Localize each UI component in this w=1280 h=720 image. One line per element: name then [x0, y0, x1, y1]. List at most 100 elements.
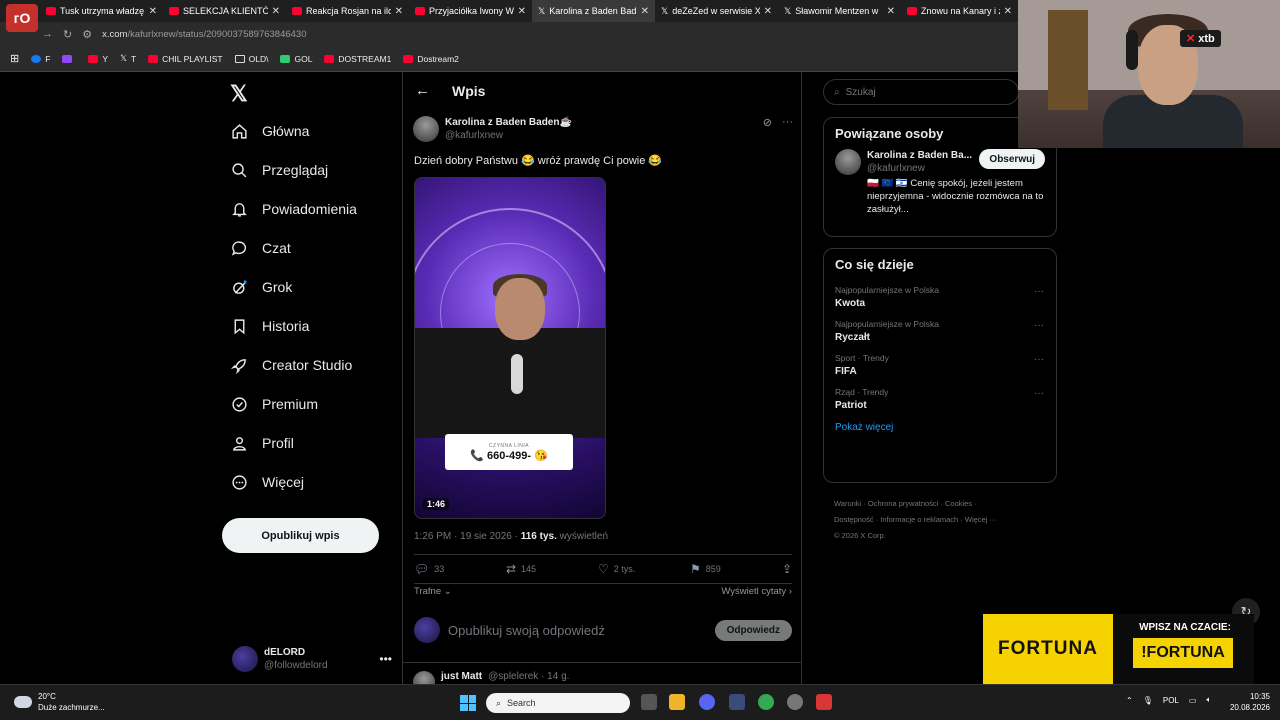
sidebar-item-more[interactable]: Więcej [230, 473, 304, 491]
home-icon [230, 122, 248, 140]
bookmark-button[interactable]: ⚑ 859 [690, 562, 782, 576]
author-name[interactable]: Karolina z Baden Baden☕ [445, 116, 572, 129]
reply-button[interactable]: 💬︎ 33 [414, 562, 506, 576]
trend-item[interactable]: Sport · Trendy FIFA ··· [824, 348, 1056, 382]
more-dots-icon[interactable]: ··· [1034, 354, 1044, 365]
trend-item[interactable]: Najpopularniejsze w Polska Kwota ··· [824, 280, 1056, 314]
avatar [835, 149, 861, 175]
bookmark-item[interactable]: F [31, 54, 50, 64]
app-red-icon[interactable] [816, 694, 832, 710]
youtube-icon [907, 7, 917, 15]
video-duration: 1:46 [423, 498, 450, 510]
close-icon[interactable]: ✕ [272, 6, 280, 17]
account-switcher[interactable]: dELORD @followdelord ••• [232, 642, 392, 676]
sidebar-item-creator-studio[interactable]: Creator Studio [230, 356, 352, 374]
sidebar-item-home[interactable]: Główna [230, 122, 309, 140]
discord-icon[interactable] [699, 694, 715, 710]
trend-item[interactable]: Rząd · Trendy Patriot ··· [824, 382, 1056, 416]
sidebar-item-explore[interactable]: Przeglądaj [230, 161, 328, 179]
system-tray: ⌃ 🎙︎ POL ▭ 🔈︎ [1126, 695, 1211, 705]
file-explorer-icon[interactable] [669, 694, 685, 710]
youtube-icon [46, 7, 56, 15]
bookmark-item[interactable]: Y [88, 54, 108, 64]
obs-icon[interactable] [787, 694, 803, 710]
close-icon[interactable]: ✕ [1004, 6, 1012, 17]
sidebar-item-bookmarks[interactable]: Historia [230, 317, 309, 335]
author-handle[interactable]: @kafurlxnew [445, 129, 572, 142]
weather-widget[interactable]: 20°C Duże zachmurze... [14, 691, 105, 713]
person-icon [230, 434, 248, 452]
browser-tab[interactable]: Tusk utrzyma władzę ✕ [40, 0, 163, 22]
sidebar-item-profile[interactable]: Profil [230, 434, 294, 452]
search-input[interactable]: ⌕ Szukaj [823, 79, 1019, 105]
bookmark-item[interactable]: CHIL PLAYLIST [148, 54, 223, 64]
browser-tab[interactable]: Reakcja Rosjan na ilości✕ [286, 0, 409, 22]
bookmark-item[interactable]: DOSTREAM1 [324, 54, 391, 64]
bookmark-item[interactable]: 𝕏T [120, 53, 136, 64]
microphone-icon[interactable]: 🎙︎ [1143, 696, 1153, 705]
close-icon[interactable]: ✕ [641, 6, 649, 17]
sort-dropdown[interactable]: Trafne ⌄ [414, 586, 452, 597]
volume-icon[interactable]: 🔈︎ [1206, 695, 1211, 705]
share-button[interactable]: ⇪ [782, 562, 792, 576]
bookmark-item[interactable]: Dostream2 [403, 54, 459, 64]
clock[interactable]: 10:35 20.08.2026 [1230, 691, 1270, 713]
bookmark-item[interactable]: GOL [280, 54, 312, 64]
phone-number: 📞 660-499- 😘 [470, 449, 548, 462]
windows-start-icon[interactable] [460, 695, 476, 711]
browser-tab[interactable]: SELEKCJA KLIENTÓW✕ [163, 0, 286, 22]
related-title: Powiązane osoby [835, 126, 944, 141]
close-icon[interactable]: ✕ [887, 6, 895, 17]
sidebar-item-grok[interactable]: Grok [230, 278, 292, 296]
sidebar-item-premium[interactable]: Premium [230, 395, 318, 413]
url-field[interactable]: x.com/kafurlxnew/status/2090037589763846… [102, 29, 306, 40]
back-icon[interactable]: → [42, 28, 53, 40]
chrome-icon[interactable] [758, 694, 774, 710]
more-dots-icon[interactable]: ··· [1034, 388, 1044, 399]
apps-grid-icon[interactable]: ⊞ [10, 52, 19, 65]
bookmark-item[interactable] [62, 54, 76, 63]
reply-input[interactable]: Opublikuj swoją odpowiedź [448, 623, 605, 638]
video-player[interactable]: CZYNNA LINIA 📞 660-499- 😘 1:46 [414, 177, 606, 519]
view-quotes-link[interactable]: Wyświetl cytaty › [721, 586, 792, 597]
more-dots-icon[interactable]: ··· [782, 116, 793, 144]
language-indicator[interactable]: POL [1163, 696, 1179, 705]
app-icon[interactable] [729, 694, 745, 710]
browser-tab[interactable]: Znowu na Kanary i z ✕ [901, 0, 1018, 22]
reply-post[interactable]: just Matt @splelerek · 14 g. [403, 662, 801, 684]
repost-button[interactable]: ⇄ 145 [506, 562, 598, 576]
chevron-up-icon[interactable]: ⌃ [1126, 696, 1133, 705]
related-person[interactable]: Karolina z Baden Ba... @kafurlxnew Obser… [824, 149, 1056, 175]
like-button[interactable]: ♡ 2 tys. [598, 562, 690, 576]
reload-icon[interactable]: ↻ [63, 28, 72, 41]
avatar[interactable] [413, 116, 439, 142]
task-view-icon[interactable] [641, 694, 657, 710]
sidebar-item-notifications[interactable]: Powiadomienia [230, 200, 357, 218]
close-icon[interactable]: ✕ [764, 6, 772, 17]
browser-tab[interactable]: Przyjaciółka Iwony W ✕ [409, 0, 532, 22]
close-icon[interactable]: ✕ [518, 6, 526, 17]
more-dots-icon[interactable]: ··· [1034, 286, 1044, 297]
more-dots-icon[interactable]: ··· [1034, 320, 1044, 331]
publish-post-button[interactable]: Opublikuj wpis [222, 518, 379, 553]
taskbar-search[interactable]: ⌕ Search [486, 693, 630, 713]
close-icon[interactable]: ✕ [395, 6, 403, 17]
browser-tab-active[interactable]: 𝕏 Karolina z Baden Bad ✕ [532, 0, 655, 22]
x-logo-icon[interactable]: 𝕏 [230, 81, 248, 107]
reply-submit-button[interactable]: Odpowiedz [714, 619, 792, 641]
x-logo-icon: 𝕏 [538, 5, 546, 16]
grok-icon[interactable]: ⊘ [763, 116, 772, 144]
reply-sort-row: Trafne ⌄ Wyświetl cytaty › [414, 586, 792, 597]
back-arrow-icon[interactable]: ← [415, 82, 430, 99]
footer-links: Warunki · Ochrona prywatności · Cookies … [834, 499, 997, 540]
site-info-icon[interactable]: ⚙ [82, 28, 92, 41]
close-icon[interactable]: ✕ [149, 6, 157, 17]
trend-item[interactable]: Najpopularniejsze w Polska Ryczałt ··· [824, 314, 1056, 348]
network-icon[interactable]: ▭ [1189, 696, 1197, 705]
follow-button[interactable]: Obserwuj [979, 149, 1045, 169]
sidebar-item-chat[interactable]: Czat [230, 239, 291, 257]
bookmark-folder[interactable]: OLD\ [234, 54, 268, 64]
browser-tab[interactable]: 𝕏 Sławomir Mentzen w ✕ [778, 0, 901, 22]
browser-tab[interactable]: 𝕏deZeZed w serwisie X ✕ [655, 0, 778, 22]
show-more-link[interactable]: Pokaż więcej [824, 416, 1056, 445]
